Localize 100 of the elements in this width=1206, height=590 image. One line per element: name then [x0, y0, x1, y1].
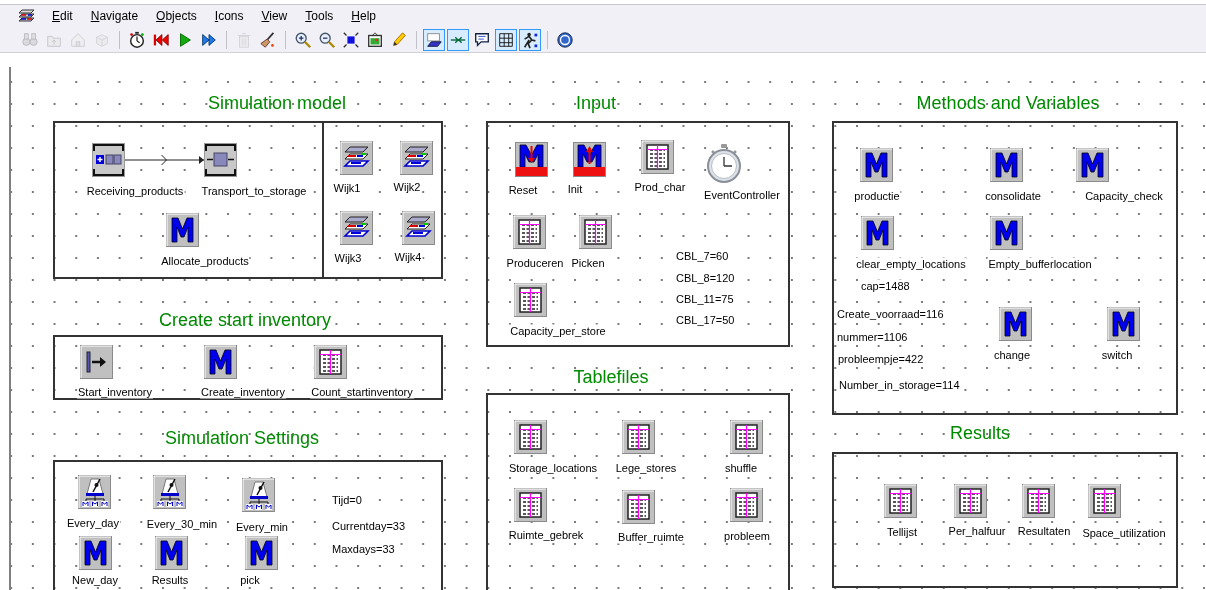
variable-value: CBL_8=120: [675, 271, 736, 285]
table-icon: [641, 140, 674, 174]
metronome-icon: [153, 475, 186, 509]
object-label: Empty_bufferlocation: [987, 257, 1093, 271]
section-title: Tablefiles: [573, 365, 649, 389]
object-label: Tellijst: [886, 525, 918, 539]
object-label: shuffle: [723, 461, 759, 475]
object-label: Produceren: [505, 256, 565, 270]
object-label: productie: [853, 189, 901, 203]
object-label: Capacity_per_store: [509, 324, 607, 338]
object-label: Picken: [570, 256, 606, 270]
m-block-icon: [1076, 148, 1109, 182]
m-block-icon: [999, 307, 1032, 341]
station-block-icon: [204, 143, 237, 177]
m-block-icon: [79, 536, 112, 570]
connector-icon[interactable]: [447, 28, 469, 51]
menu-item[interactable]: Edit: [50, 7, 75, 25]
object-label: Every_30_min: [145, 517, 219, 531]
table-icon: [514, 488, 547, 522]
section-title: Input: [576, 91, 616, 115]
object-label: pick: [239, 573, 261, 587]
exit-arrow-icon: [80, 345, 113, 379]
object-label: switch: [1100, 348, 1134, 362]
menu-item[interactable]: View: [259, 7, 290, 25]
table-icon: [514, 283, 547, 317]
variable-value: CBL_7=60: [675, 249, 730, 263]
table-icon: [730, 420, 763, 454]
object-label: Wijk1: [332, 181, 362, 195]
m-block-icon: [204, 345, 237, 379]
m-block-icon: [990, 216, 1023, 250]
menu-item[interactable]: Objects: [154, 7, 199, 25]
runner-icon[interactable]: [519, 28, 541, 51]
table-icon: [314, 345, 347, 379]
layers-icon: [340, 141, 373, 175]
layers-icon[interactable]: [18, 8, 36, 24]
object-label: Every_day: [66, 516, 120, 530]
table-icon: [513, 215, 546, 249]
menu-item[interactable]: Icons: [212, 7, 246, 25]
object-label: Buffer_ruimte: [617, 530, 685, 544]
object-label: Every_min: [235, 520, 289, 534]
m-block-icon: [155, 536, 188, 570]
menu-item[interactable]: Tools: [303, 7, 336, 25]
m-block-icon: [861, 216, 894, 250]
queue-block-icon: [92, 143, 125, 177]
variable-value: probleempje=422: [837, 352, 925, 366]
m-block-icon: [245, 536, 278, 570]
object-label: Results: [150, 573, 190, 587]
object-label: Resultaten: [1016, 524, 1072, 538]
layers-icon: [340, 211, 373, 245]
variable-value: Currentday=33: [331, 519, 407, 533]
object-label: Init: [566, 182, 584, 196]
stopwatch-icon: [706, 143, 742, 184]
object-label: Receiving_products: [85, 184, 185, 198]
object-label: clear_empty_locations: [855, 257, 967, 271]
table-icon: [1022, 484, 1055, 518]
object-label: New_day: [71, 573, 119, 587]
object-label: Allocate_products: [160, 254, 250, 268]
menu-item[interactable]: Help: [349, 7, 378, 25]
object-label: Storage_locations: [507, 461, 599, 475]
section-title: Simulation model: [207, 91, 347, 115]
table-icon: [622, 490, 655, 524]
section-title: Simulation Settings: [164, 426, 320, 450]
table-icon: [622, 420, 655, 454]
object-label: EventController: [703, 188, 781, 202]
layers-icon: [400, 141, 433, 175]
grid-icon[interactable]: [495, 28, 517, 51]
table-icon: [730, 488, 763, 522]
object-label: Wijk3: [333, 251, 363, 265]
section-title: Methods and Variables: [916, 91, 1100, 115]
object-label: Transport_to_storage: [200, 184, 308, 198]
object-label: Lege_stores: [614, 461, 678, 475]
menu-item[interactable]: Navigate: [88, 7, 141, 25]
object-label: Ruimte_gebrek: [507, 528, 585, 542]
object-label: Start_inventory: [77, 385, 153, 399]
variable-value: Maxdays=33: [331, 542, 396, 556]
variable-value: cap=1488: [860, 279, 911, 293]
layers-icon: [402, 211, 435, 245]
table-icon: [514, 420, 547, 454]
object-label: Per_halfuur: [947, 524, 1007, 538]
variable-value: CBL_11=75: [675, 292, 735, 306]
object-label: Create_inventory: [200, 385, 286, 399]
object-label: probleem: [723, 529, 771, 543]
object-label: Wijk2: [392, 180, 422, 194]
object-label: Capacity_check: [1084, 189, 1164, 203]
variable-value: Tijd=0: [331, 493, 363, 507]
m-init-icon: [573, 142, 606, 177]
object-label: consolidate: [984, 189, 1042, 203]
variable-value: nummer=1106: [836, 330, 909, 344]
m-reset-icon: [515, 142, 548, 177]
table-icon: [1088, 484, 1121, 518]
object-label: Wijk4: [393, 250, 423, 264]
m-block-icon: [166, 213, 199, 247]
m-block-icon: [990, 148, 1023, 182]
variable-value: Number_in_storage=114: [838, 378, 961, 392]
object-label: change: [992, 348, 1032, 362]
object-label: Space_utilization: [1081, 526, 1167, 540]
section-title: Create start inventory: [158, 308, 332, 332]
section-title: Results: [950, 421, 1010, 445]
m-block-icon: [1107, 307, 1140, 341]
table-icon: [954, 484, 987, 518]
